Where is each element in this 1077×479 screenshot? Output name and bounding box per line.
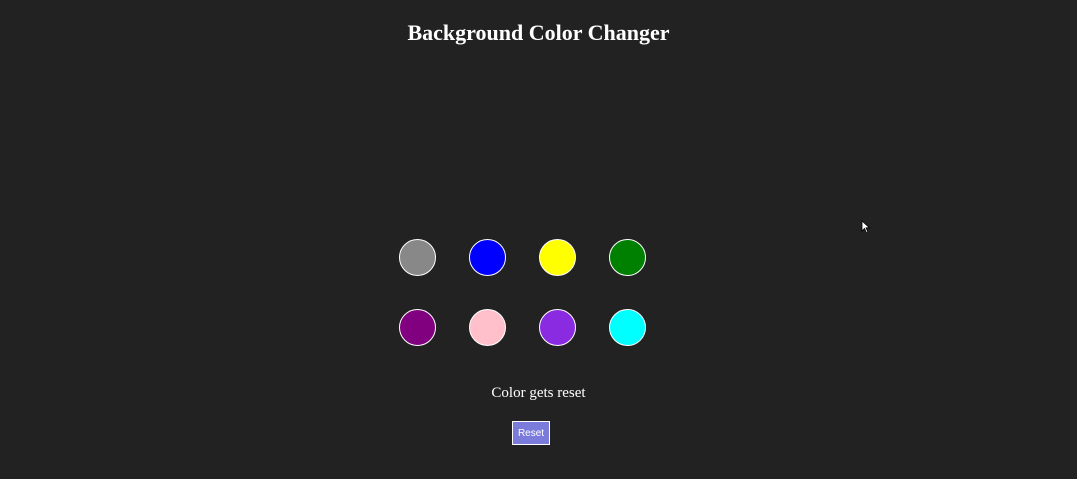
reset-button[interactable]: Reset	[512, 421, 550, 445]
page-title: Background Color Changer	[407, 20, 670, 45]
status-text: Color gets reset	[491, 385, 586, 401]
swatch-green[interactable]	[609, 239, 646, 276]
color-swatch-grid	[399, 239, 649, 349]
swatch-yellow[interactable]	[539, 239, 576, 276]
swatch-pink[interactable]	[469, 309, 506, 346]
swatch-gray[interactable]	[399, 239, 436, 276]
swatch-purple[interactable]	[399, 309, 436, 346]
mouse-pointer-icon	[861, 220, 871, 234]
swatch-blue[interactable]	[469, 239, 506, 276]
swatch-cyan[interactable]	[609, 309, 646, 346]
swatch-blueviolet[interactable]	[539, 309, 576, 346]
